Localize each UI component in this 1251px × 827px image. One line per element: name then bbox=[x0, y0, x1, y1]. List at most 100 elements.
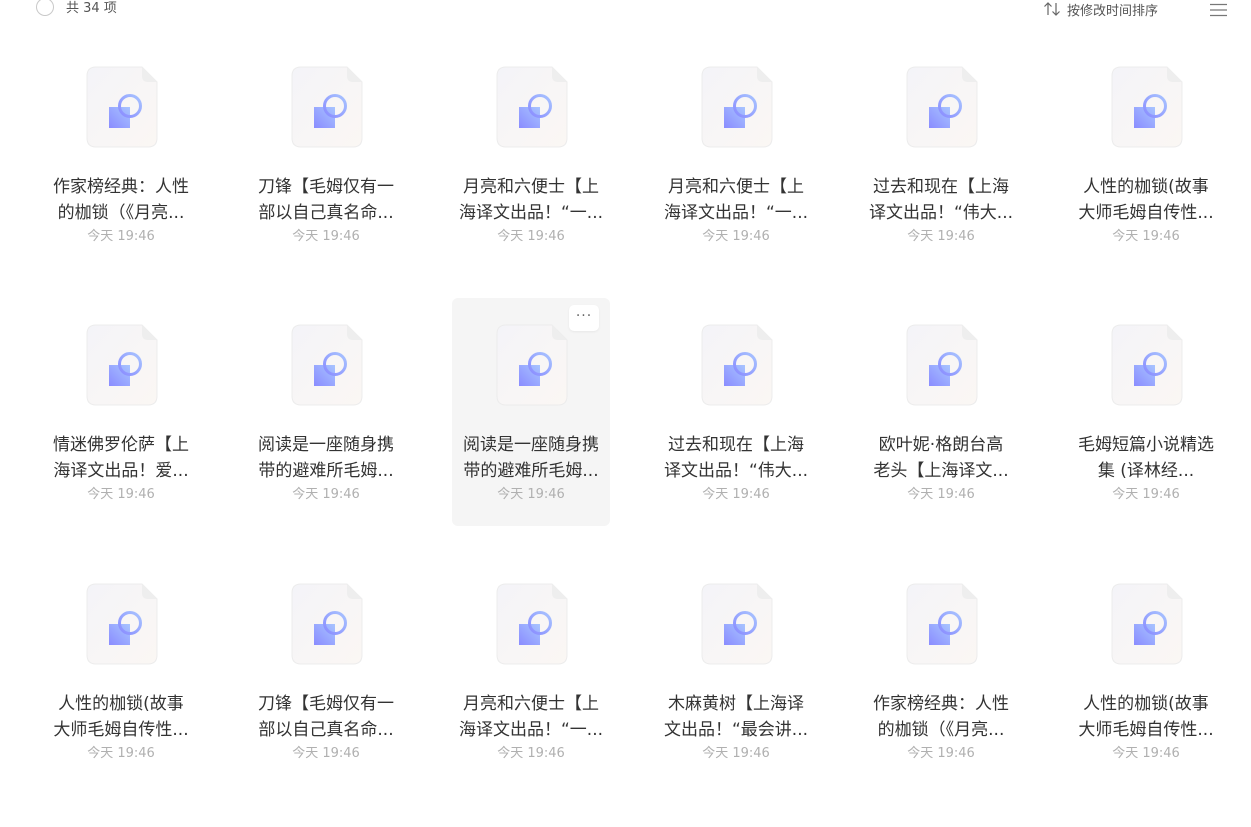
file-name: 过去和现在【上海 译文出品！“伟大... bbox=[865, 174, 1017, 226]
file-name: 人性的枷锁(故事 大师毛姆自传性... bbox=[45, 691, 197, 743]
file-date: 今天 19:46 bbox=[497, 487, 565, 502]
file-card[interactable]: 人性的枷锁(故事 大师毛姆自传性... 今天 19:46 bbox=[45, 559, 197, 785]
file-name-line: 带的避难所毛姆... bbox=[258, 461, 394, 481]
file-name: 人性的枷锁(故事 大师毛姆自传性... bbox=[1070, 691, 1222, 743]
file-card[interactable]: 过去和现在【上海 译文出品！“伟大... 今天 19:46 bbox=[660, 300, 812, 526]
file-name-line: 海译文出品！“一... bbox=[458, 203, 604, 223]
file-icon bbox=[1111, 66, 1183, 148]
file-card[interactable]: 阅读是一座随身携 带的避难所毛姆... 今天 19:46 ··· bbox=[452, 298, 610, 526]
file-name: 刀锋【毛姆仅有一 部以自己真名命... bbox=[250, 691, 402, 743]
file-name-line: 部以自己真名命... bbox=[258, 720, 394, 740]
file-name-line: 海译文出品！爱... bbox=[53, 461, 189, 481]
file-name: 过去和现在【上海 译文出品！“伟大... bbox=[660, 432, 812, 484]
file-name: 月亮和六便士【上 海译文出品！“一... bbox=[455, 691, 607, 743]
file-icon bbox=[86, 583, 158, 665]
file-icon bbox=[701, 66, 773, 148]
file-card[interactable]: 过去和现在【上海 译文出品！“伟大... 今天 19:46 bbox=[865, 42, 1017, 268]
file-card[interactable]: 刀锋【毛姆仅有一 部以自己真名命... 今天 19:46 bbox=[250, 42, 402, 268]
file-date: 今天 19:46 bbox=[1112, 746, 1180, 761]
file-name-line: 译文出品！“伟大... bbox=[868, 203, 1014, 223]
file-name-line: 过去和现在【上海 bbox=[668, 435, 804, 455]
file-date: 今天 19:46 bbox=[702, 487, 770, 502]
file-icon bbox=[496, 66, 568, 148]
file-name-line: 的枷锁（《月亮... bbox=[57, 203, 185, 223]
file-name-line: 大师毛姆自传性... bbox=[53, 720, 189, 740]
file-card[interactable]: 刀锋【毛姆仅有一 部以自己真名命... 今天 19:46 bbox=[250, 559, 402, 785]
file-name: 作家榜经典：人性 的枷锁（《月亮... bbox=[45, 174, 197, 226]
file-card[interactable]: 月亮和六便士【上 海译文出品！“一... 今天 19:46 bbox=[455, 559, 607, 785]
file-name: 阅读是一座随身携 带的避难所毛姆... bbox=[455, 432, 607, 484]
file-card[interactable]: 木麻黄树【上海译 文出品！“最会讲... 今天 19:46 bbox=[660, 559, 812, 785]
file-name-line: 月亮和六便士【上 bbox=[668, 177, 804, 197]
more-options-button[interactable]: ··· bbox=[569, 305, 599, 331]
file-name-line: 海译文出品！“一... bbox=[663, 203, 809, 223]
file-card[interactable]: 作家榜经典：人性 的枷锁（《月亮... 今天 19:46 bbox=[865, 559, 1017, 785]
file-name: 木麻黄树【上海译 文出品！“最会讲... bbox=[660, 691, 812, 743]
file-name: 作家榜经典：人性 的枷锁（《月亮... bbox=[865, 691, 1017, 743]
file-name: 毛姆短篇小说精选集 (译林经... bbox=[1070, 432, 1222, 484]
file-icon bbox=[496, 324, 568, 406]
file-name-line: 作家榜经典：人性 bbox=[873, 694, 1009, 714]
file-name: 阅读是一座随身携 带的避难所毛姆... bbox=[250, 432, 402, 484]
file-name-line: 海译文出品！“一... bbox=[458, 720, 604, 740]
file-name-line: 月亮和六便士【上 bbox=[463, 177, 599, 197]
file-card[interactable]: 月亮和六便士【上 海译文出品！“一... 今天 19:46 bbox=[455, 42, 607, 268]
file-date: 今天 19:46 bbox=[87, 229, 155, 244]
file-icon bbox=[86, 324, 158, 406]
file-date: 今天 19:46 bbox=[292, 746, 360, 761]
file-name: 月亮和六便士【上 海译文出品！“一... bbox=[660, 174, 812, 226]
file-date: 今天 19:46 bbox=[702, 229, 770, 244]
file-name: 月亮和六便士【上 海译文出品！“一... bbox=[455, 174, 607, 226]
file-name-line: 木麻黄树【上海译 bbox=[668, 694, 804, 714]
file-name-line: 阅读是一座随身携 bbox=[258, 435, 394, 455]
file-card[interactable]: 人性的枷锁(故事 大师毛姆自传性... 今天 19:46 bbox=[1070, 42, 1222, 268]
file-icon bbox=[496, 583, 568, 665]
file-name-line: 人性的枷锁(故事 bbox=[58, 694, 184, 714]
file-name: 人性的枷锁(故事 大师毛姆自传性... bbox=[1070, 174, 1222, 226]
file-grid: 作家榜经典：人性 的枷锁（《月亮... 今天 19:46 刀锋【毛姆仅有一 部以自己真名… bbox=[0, 0, 1251, 827]
file-icon bbox=[291, 324, 363, 406]
file-icon bbox=[701, 583, 773, 665]
file-name-line: 的枷锁（《月亮... bbox=[877, 720, 1005, 740]
file-name-line: 刀锋【毛姆仅有一 bbox=[258, 694, 394, 714]
file-name-line: 老头【上海译文... bbox=[873, 461, 1009, 481]
file-date: 今天 19:46 bbox=[907, 229, 975, 244]
file-icon bbox=[291, 583, 363, 665]
file-name-line: 刀锋【毛姆仅有一 bbox=[258, 177, 394, 197]
file-name-line: 情迷佛罗伦萨【上 bbox=[53, 435, 189, 455]
file-name-line: 人性的枷锁(故事 bbox=[1083, 694, 1209, 714]
file-card[interactable]: 人性的枷锁(故事 大师毛姆自传性... 今天 19:46 bbox=[1070, 559, 1222, 785]
file-icon bbox=[906, 583, 978, 665]
file-name-line: 译文出品！“伟大... bbox=[663, 461, 809, 481]
file-date: 今天 19:46 bbox=[87, 746, 155, 761]
file-icon bbox=[701, 324, 773, 406]
file-card[interactable]: 欧叶妮·格朗台高 老头【上海译文... 今天 19:46 bbox=[865, 300, 1017, 526]
file-icon bbox=[906, 66, 978, 148]
file-date: 今天 19:46 bbox=[1112, 487, 1180, 502]
file-name-line: 作家榜经典：人性 bbox=[53, 177, 189, 197]
file-name-line: 欧叶妮·格朗台高 bbox=[878, 435, 1004, 455]
file-icon bbox=[1111, 324, 1183, 406]
file-name-line: 毛姆短篇小说精选 bbox=[1078, 435, 1214, 455]
file-name-line: 过去和现在【上海 bbox=[873, 177, 1009, 197]
file-icon bbox=[1111, 583, 1183, 665]
file-card[interactable]: 月亮和六便士【上 海译文出品！“一... 今天 19:46 bbox=[660, 42, 812, 268]
file-date: 今天 19:46 bbox=[907, 487, 975, 502]
file-name: 刀锋【毛姆仅有一 部以自己真名命... bbox=[250, 174, 402, 226]
file-date: 今天 19:46 bbox=[292, 487, 360, 502]
file-card[interactable]: 作家榜经典：人性 的枷锁（《月亮... 今天 19:46 bbox=[45, 42, 197, 268]
file-card[interactable]: 阅读是一座随身携 带的避难所毛姆... 今天 19:46 bbox=[250, 300, 402, 526]
file-name-line: 阅读是一座随身携 bbox=[463, 435, 599, 455]
file-name-line: 人性的枷锁(故事 bbox=[1083, 177, 1209, 197]
file-name-line: 带的避难所毛姆... bbox=[463, 461, 599, 481]
file-date: 今天 19:46 bbox=[292, 229, 360, 244]
file-card[interactable]: 情迷佛罗伦萨【上 海译文出品！爱... 今天 19:46 bbox=[45, 300, 197, 526]
file-name-line: 部以自己真名命... bbox=[258, 203, 394, 223]
file-icon bbox=[86, 66, 158, 148]
file-name-line: 集 (译林经... bbox=[1097, 461, 1195, 481]
file-date: 今天 19:46 bbox=[497, 746, 565, 761]
file-card[interactable]: 毛姆短篇小说精选集 (译林经... 今天 19:46 bbox=[1070, 300, 1222, 526]
file-date: 今天 19:46 bbox=[1112, 229, 1180, 244]
file-name-line: 文出品！“最会讲... bbox=[663, 720, 809, 740]
file-date: 今天 19:46 bbox=[497, 229, 565, 244]
